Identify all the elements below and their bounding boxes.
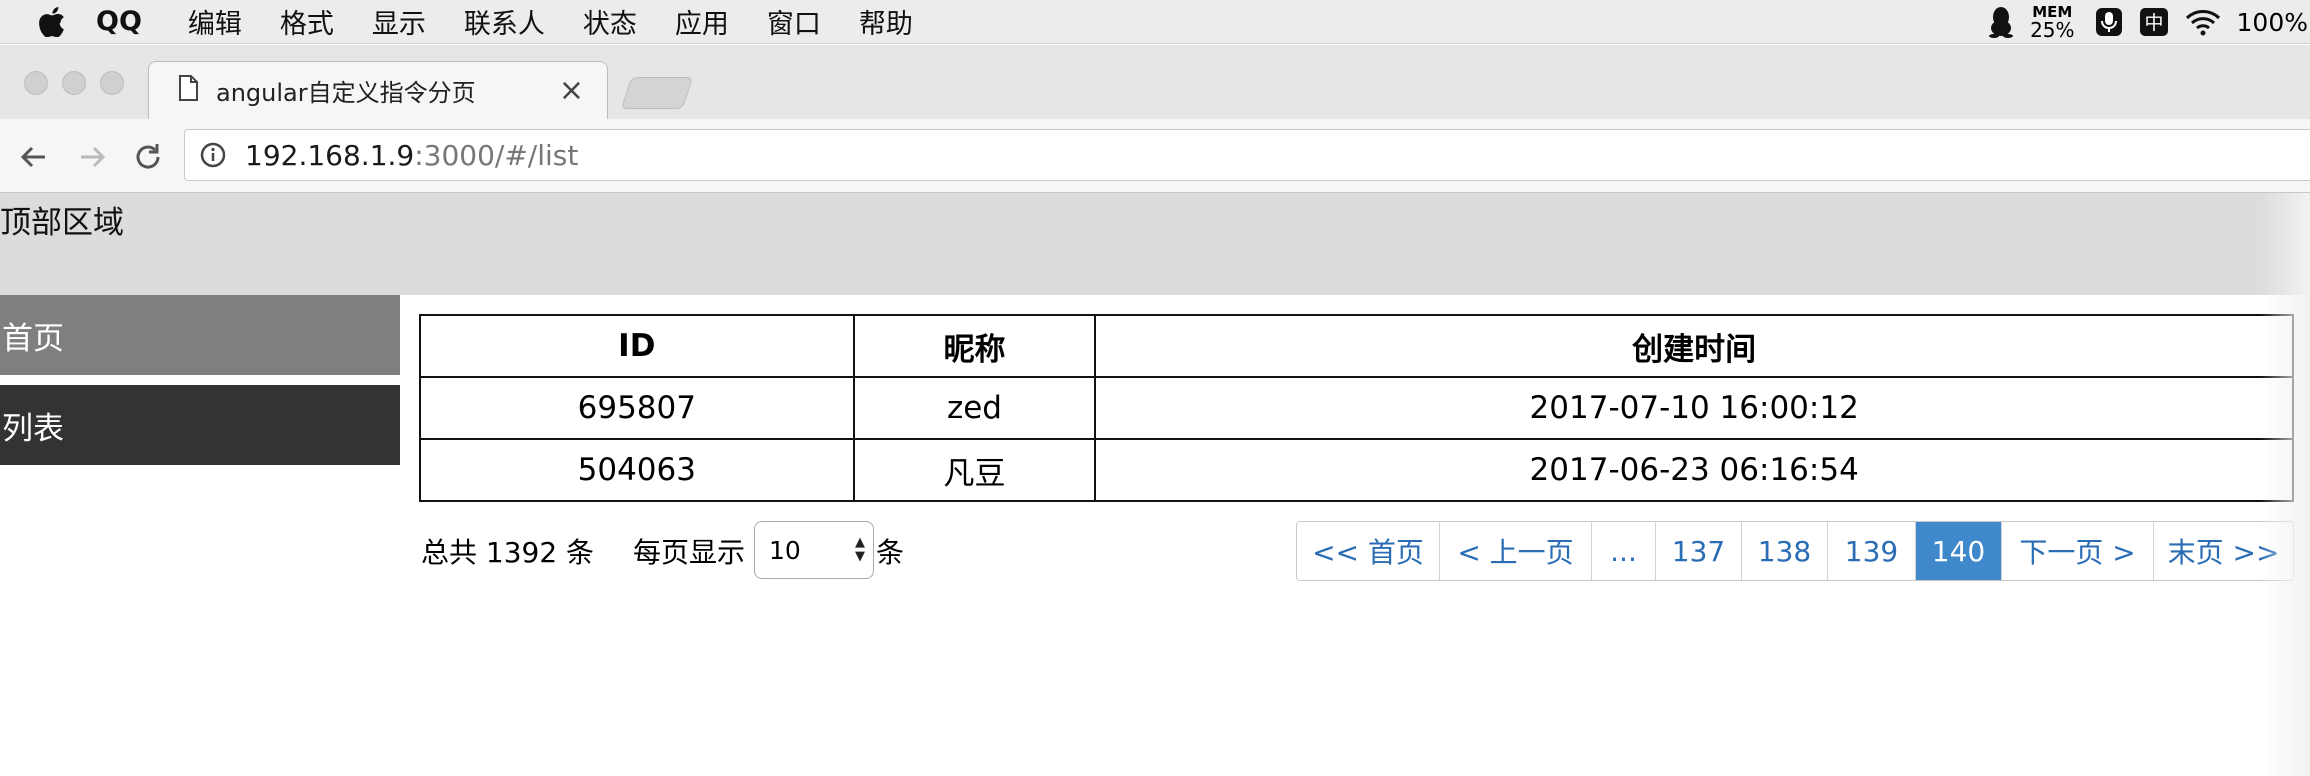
menubar: QQ 编辑 格式 显示 联系人 状态 应用 窗口 帮助 MEM 25% 中 10… [0,0,2310,44]
per-page-unit: 条 [876,536,905,569]
column-header-nickname: 昵称 [852,314,1097,378]
pager-ellipsis[interactable]: ... [1591,522,1655,580]
browser-tabbar: angular自定义指令分页 × [0,45,2310,119]
input-method-label: 中 [2144,12,2163,34]
per-page-select[interactable]: 10 ▲ ▼ [754,521,874,579]
pager-first-button[interactable]: << 首页 [1297,522,1439,580]
forward-arrow-icon[interactable] [74,139,110,175]
column-header-id: ID [419,314,855,378]
per-page-value: 10 [769,535,801,565]
wifi-icon[interactable] [2185,8,2221,36]
cell-id: 695807 [419,376,855,440]
data-table: ID 昵称 创建时间 695807 zed 2017-07-10 16:00:1… [419,314,2294,502]
column-header-created-time: 创建时间 [1094,314,2294,378]
nav-item-list[interactable]: 列表 [0,385,400,465]
side-navigation: 首页 列表 [0,295,400,465]
total-count: 总共 1392 条 [421,536,595,569]
pager-page-137[interactable]: 137 [1655,522,1741,580]
qq-penguin-icon[interactable] [1988,6,2014,38]
new-tab-button[interactable] [620,77,694,109]
window-zoom-button[interactable] [100,71,124,95]
window-close-button[interactable] [24,71,48,95]
url-text[interactable]: 192.168.1.9:3000/#/list [245,139,578,172]
menu-window[interactable]: 窗口 [767,2,821,41]
cell-created-time: 2017-07-10 16:00:12 [1094,376,2294,440]
address-bar[interactable]: 192.168.1.9:3000/#/list [184,129,2310,181]
menu-help[interactable]: 帮助 [859,2,913,41]
cell-nickname: zed [852,376,1097,440]
page-viewport: 顶部区域 首页 列表 ID 昵称 创建时间 695807 zed 2017-07… [0,193,2310,776]
tab-close-icon[interactable]: × [559,73,584,108]
main-content: ID 昵称 创建时间 695807 zed 2017-07-10 16:00:1… [419,314,2294,581]
table-row: 504063 凡豆 2017-06-23 06:16:54 [419,438,2294,502]
menu-edit[interactable]: 编辑 [188,2,242,41]
select-arrows-icon: ▲ ▼ [855,535,865,564]
pager-page-138[interactable]: 138 [1741,522,1827,580]
pager-next-button[interactable]: 下一页 > [2001,522,2153,580]
nav-item-home[interactable]: 首页 [0,295,400,375]
cell-nickname: 凡豆 [852,438,1097,502]
site-info-icon[interactable] [199,141,227,169]
url-host: 192.168.1.9 [245,138,415,172]
browser-tab-content[interactable]: angular自定义指令分页 × [178,61,598,119]
window-minimize-button[interactable] [62,71,86,95]
pager-page-139[interactable]: 139 [1827,522,1915,580]
url-path: :3000/#/list [414,138,579,172]
per-page-label: 每页显示 [633,536,746,569]
browser-toolbar: 192.168.1.9:3000/#/list [0,119,2310,193]
cell-id: 504063 [419,438,855,502]
battery-percentage[interactable]: 100% [2237,8,2308,37]
page-header: 顶部区域 [0,193,2310,295]
tab-title: angular自定义指令分页 [216,78,476,107]
menu-app-name[interactable]: QQ [96,6,142,37]
header-title: 顶部区域 [0,205,124,241]
table-header-row: ID 昵称 创建时间 [419,314,2294,378]
window-edge-shadow [2260,193,2310,776]
reload-icon[interactable] [130,139,166,175]
menu-format[interactable]: 格式 [280,2,334,41]
menu-view[interactable]: 显示 [372,2,426,41]
microphone-icon[interactable] [2095,7,2123,37]
pager-prev-button[interactable]: < 上一页 [1439,522,1591,580]
pager-page-140-active[interactable]: 140 [1915,522,2001,580]
table-row: 695807 zed 2017-07-10 16:00:12 [419,376,2294,440]
pager-row: 总共 1392 条 每页显示 10 ▲ ▼ 条 << 首页 < 上一页 ... 1… [419,521,2294,581]
memory-value: 25% [2030,17,2075,42]
menu-apps[interactable]: 应用 [675,2,729,41]
cell-created-time: 2017-06-23 06:16:54 [1094,438,2294,502]
input-method-icon[interactable]: 中 [2139,7,2169,37]
menu-status[interactable]: 状态 [583,2,637,41]
pagination: << 首页 < 上一页 ... 137 138 139 140 下一页 > 末页… [1296,521,2294,581]
back-arrow-icon[interactable] [16,139,52,175]
page-document-icon [178,75,198,105]
memory-monitor[interactable]: MEM 25% [2030,4,2075,42]
menu-contacts[interactable]: 联系人 [464,2,545,41]
apple-icon[interactable] [30,0,74,44]
